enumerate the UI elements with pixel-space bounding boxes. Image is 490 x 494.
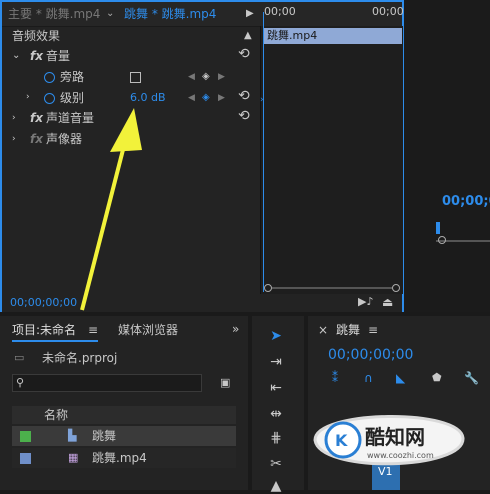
tab-media-browser[interactable]: 媒体浏览器 (118, 322, 178, 338)
channel-volume-label: 声道音量 (46, 111, 95, 125)
sequence-timecode[interactable]: 00;00;00;00 (328, 347, 413, 363)
source-clip-tab[interactable]: 主要 * 跳舞.mp4 (8, 6, 100, 22)
export-icon[interactable]: ⏏ (382, 294, 393, 310)
selection-tool-icon[interactable]: ➤ (266, 328, 286, 344)
expand-panner-chevron-icon[interactable]: › (12, 131, 16, 147)
tab-sequence[interactable]: 跳舞 (336, 322, 360, 338)
program-scroll-handle[interactable] (438, 236, 446, 244)
play-audio-icon[interactable]: ▶♪ (358, 294, 373, 310)
label-color-swatch[interactable] (20, 431, 31, 442)
more-panels-icon[interactable]: » (232, 321, 239, 337)
audio-effects-heading: 音频效果 (12, 29, 61, 43)
volume-effect-label: 音量 (46, 49, 71, 63)
search-icon: ⚲ (16, 376, 25, 389)
program-monitor-strip: 00;00;0 (404, 0, 490, 312)
zoom-handle-right[interactable] (392, 284, 400, 292)
folder-icon: ▭ (14, 351, 25, 364)
linked-selection-icon[interactable]: ∩ (364, 370, 373, 386)
column-name-header[interactable]: 名称 (44, 407, 68, 423)
track-select-tool-icon[interactable]: ⇥ (266, 354, 286, 370)
label-color-swatch[interactable] (20, 453, 31, 464)
program-timecode[interactable]: 00;00;0 (442, 194, 490, 210)
project-file-name: 未命名.prproj (42, 351, 118, 365)
bypass-checkbox[interactable] (130, 72, 141, 83)
razor-tool-icon[interactable]: ✂ (266, 456, 286, 472)
level-previous-keyframe-icon[interactable]: ◀ (188, 90, 195, 106)
panner-fx-badge[interactable]: fx (30, 131, 43, 147)
project-panel: 项目:未命名 ≡ 媒体浏览器 » ▭ 未命名.prproj ⚲ ▣ 名称 ▙ 跳… (0, 316, 248, 490)
level-keyframe-arrow-icon: › (260, 95, 264, 105)
effect-controls-footer: 00;00;00;00 ▶♪ ⏏ (2, 294, 402, 312)
channel-volume-reset-icon[interactable]: ⟲ (238, 108, 250, 124)
collapse-up-icon[interactable]: ▲ (244, 28, 252, 44)
sequence-icon: ▙ (68, 429, 77, 442)
rate-stretch-tool-icon[interactable]: ⋕ (266, 430, 286, 446)
list-item[interactable] (12, 426, 236, 446)
effect-controls-header: 主要 * 跳舞.mp4 ⌄ 跳舞 * 跳舞.mp4 ▶ 00;00 00;00 (2, 2, 404, 27)
active-tab-indicator (12, 340, 98, 342)
panner-label: 声像器 (46, 132, 83, 146)
expand-channel-volume-chevron-icon[interactable]: › (12, 110, 16, 126)
pen-tool-icon[interactable]: ▲ (266, 478, 286, 494)
project-item-name[interactable]: 跳舞 (92, 428, 116, 444)
watermark-brand: 酷知网 (365, 425, 425, 449)
add-keyframe-icon[interactable]: ◈ (202, 69, 210, 85)
current-timecode[interactable]: 00;00;00;00 (10, 295, 77, 311)
reset-icon[interactable]: ⟲ (238, 46, 250, 62)
project-menu-icon[interactable]: ≡ (88, 322, 98, 338)
level-stopwatch-icon[interactable] (44, 93, 55, 104)
level-label: 级别 (60, 91, 85, 105)
mini-timeline-timecode-start: 00;00 (264, 5, 296, 18)
level-add-keyframe-icon[interactable]: ◈ (202, 90, 210, 106)
sequence-clip-tab[interactable]: 跳舞 * 跳舞.mp4 (124, 6, 216, 22)
mini-timeline-timecode-end: 00;00 (372, 5, 404, 18)
marker-icon[interactable]: ⬟ (432, 370, 442, 386)
mini-timeline[interactable] (260, 26, 403, 294)
effect-controls-panel: 主要 * 跳舞.mp4 ⌄ 跳舞 * 跳舞.mp4 ▶ 00;00 00;00 … (0, 0, 404, 312)
bypass-label: 旁路 (60, 70, 85, 84)
fx-badge[interactable]: fx (30, 48, 43, 64)
channel-volume-fx-badge[interactable]: fx (30, 110, 43, 126)
level-next-keyframe-icon[interactable]: ▶ (218, 90, 225, 106)
ripple-edit-tool-icon[interactable]: ⇤ (266, 380, 286, 396)
level-reset-icon[interactable]: ⟲ (238, 88, 250, 104)
chevron-down-icon[interactable]: ⌄ (106, 6, 114, 22)
program-playhead[interactable] (436, 222, 440, 234)
zoom-scrollbar[interactable] (272, 287, 392, 289)
add-marker-icon[interactable]: ◣ (396, 370, 405, 386)
close-icon[interactable]: × (318, 322, 328, 338)
snap-icon[interactable]: ⁑ (332, 370, 338, 386)
previous-keyframe-icon[interactable]: ◀ (188, 69, 195, 85)
expand-level-chevron-icon[interactable]: › (26, 89, 30, 105)
new-bin-icon[interactable]: ▣ (220, 375, 230, 391)
search-input[interactable] (12, 374, 202, 392)
play-triangle-icon[interactable]: ▶ (246, 6, 254, 22)
tools-panel: ➤ ⇥ ⇤ ⇹ ⋕ ✂ ▲ (252, 316, 304, 494)
expand-volume-chevron-icon[interactable]: ⌄ (12, 48, 20, 64)
zoom-handle-left[interactable] (264, 284, 272, 292)
level-value[interactable]: 6.0 dB (130, 90, 166, 106)
clip-bar[interactable]: 跳舞.mp4 (264, 28, 402, 44)
svg-text:K: K (335, 431, 348, 450)
tab-project[interactable]: 项目:未命名 (12, 322, 76, 338)
project-item-name[interactable]: 跳舞.mp4 (92, 450, 147, 466)
wrench-icon[interactable]: 🔧 (464, 370, 479, 386)
sequence-menu-icon[interactable]: ≡ (368, 322, 378, 338)
watermark-url: www.coozhi.com (367, 451, 434, 460)
stopwatch-icon[interactable] (44, 72, 55, 83)
video-clip-icon: ▦ (68, 451, 79, 464)
playhead[interactable] (263, 12, 264, 292)
rolling-edit-tool-icon[interactable]: ⇹ (266, 406, 286, 422)
watermark-logo: K 酷知网 www.coozhi.com (313, 415, 465, 466)
next-keyframe-icon[interactable]: ▶ (218, 69, 225, 85)
